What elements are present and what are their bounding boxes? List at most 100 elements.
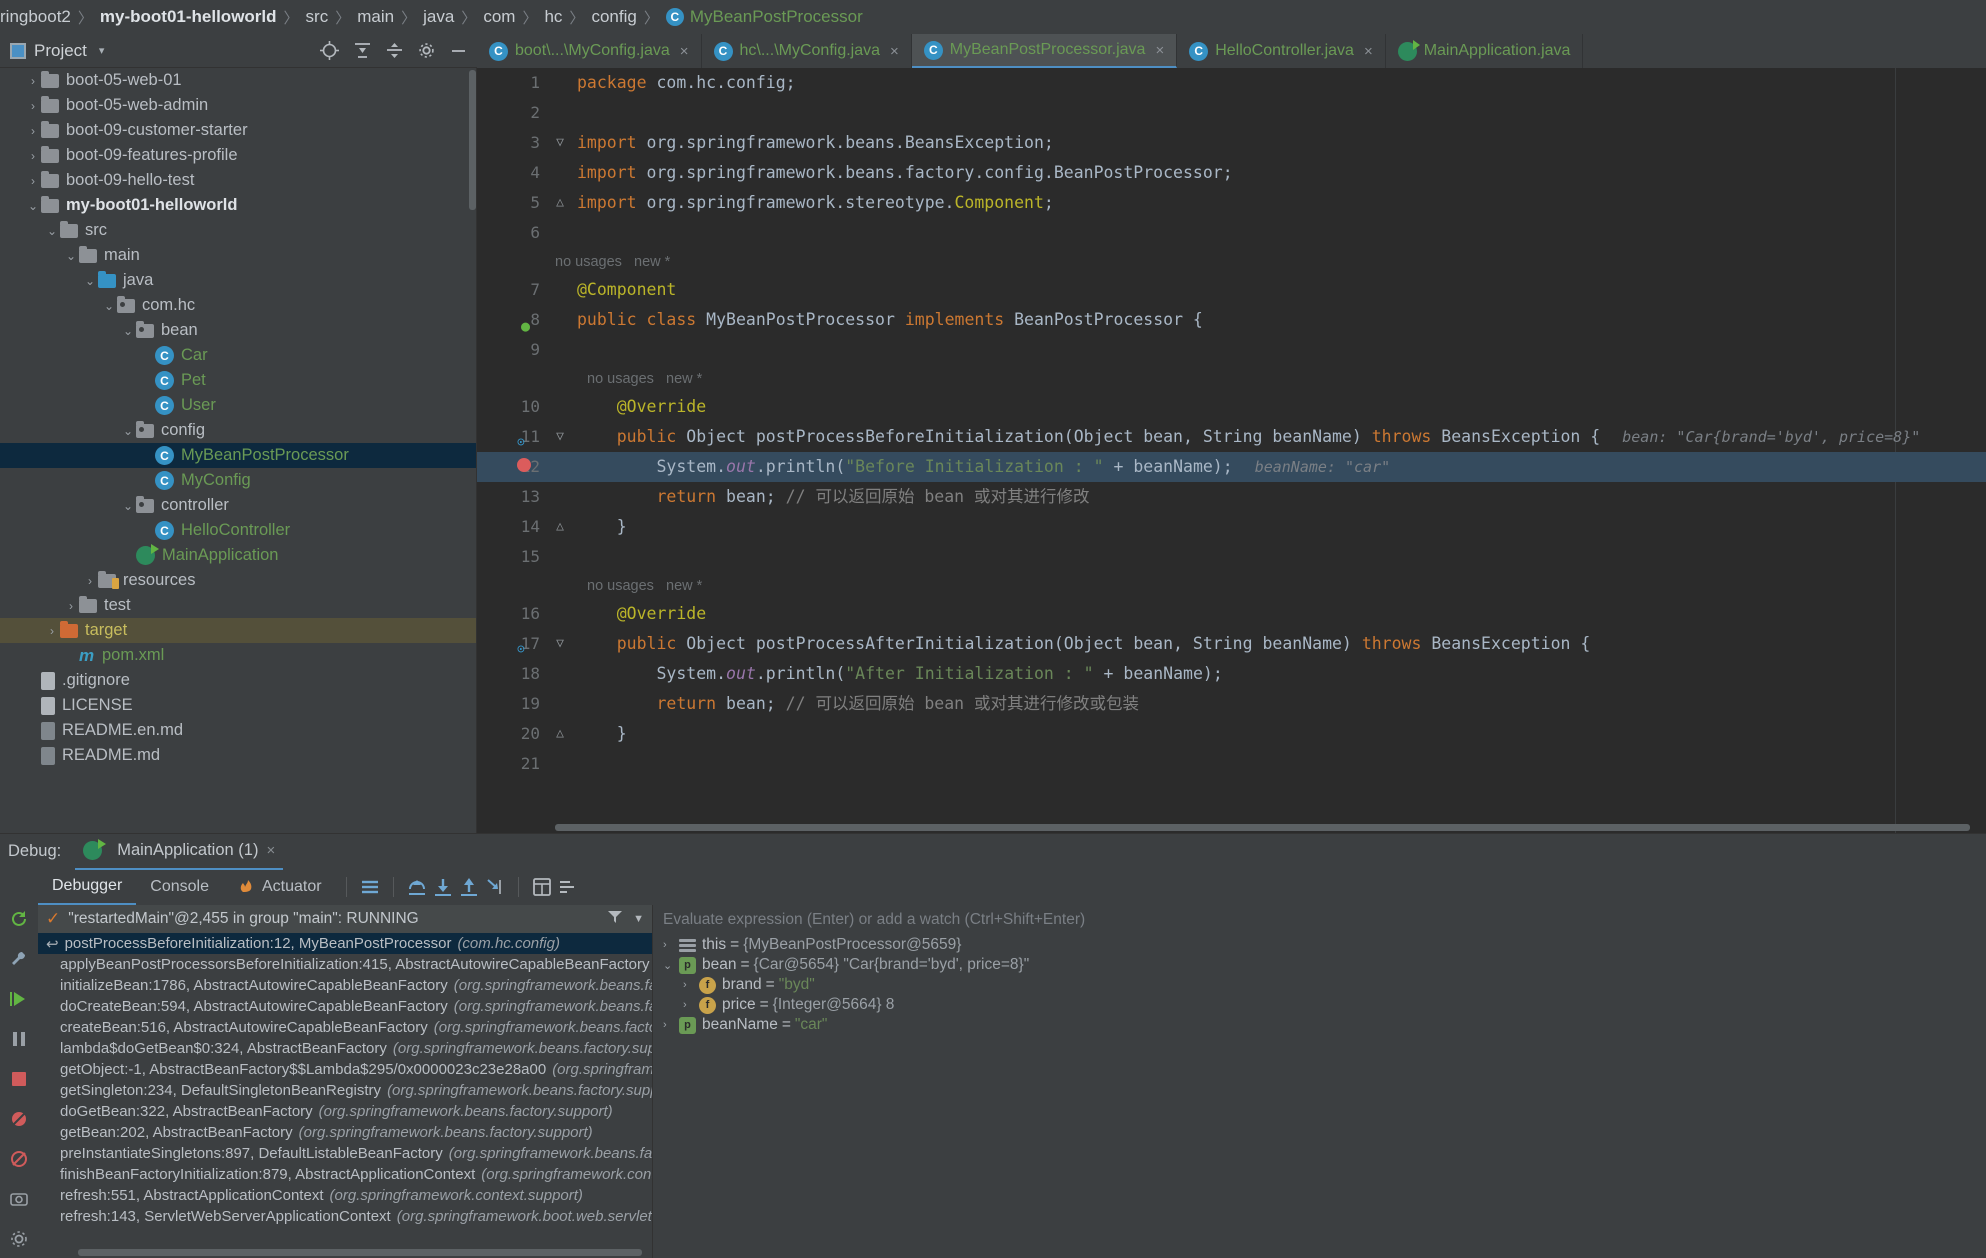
chevron-down-icon[interactable]: ⌄ [63, 249, 79, 263]
chevron-right-icon[interactable]: › [683, 999, 699, 1011]
editor-tab[interactable]: C HelloController.java × [1177, 34, 1386, 68]
code-editor[interactable]: 1 package com.hc.config; 2 3 ▽ import org.spr… [477, 68, 1986, 833]
breadcrumb-item[interactable]: com [483, 7, 515, 27]
tree-node[interactable]: ⌄ config [0, 418, 476, 443]
debug-tab-debugger[interactable]: Debugger [38, 869, 137, 905]
editor-tab[interactable]: Cboot\...\MyConfig.java × [477, 34, 702, 68]
step-over-icon[interactable] [404, 874, 430, 900]
code-fold-marker[interactable]: ▽ [549, 422, 571, 452]
line-number[interactable]: 9 [477, 335, 549, 365]
tree-node[interactable]: › test [0, 593, 476, 618]
tree-node[interactable]: › boot-05-web-admin [0, 93, 476, 118]
breadcrumb-item[interactable]: hc [544, 7, 562, 27]
tree-node[interactable]: ·C MyConfig [0, 468, 476, 493]
line-number[interactable]: 14 [477, 512, 549, 542]
line-number[interactable]: 3 [477, 128, 549, 158]
locate-icon[interactable] [320, 41, 339, 60]
expand-all-icon[interactable] [354, 42, 371, 59]
gear-icon[interactable] [418, 42, 435, 59]
settings-wrench-icon[interactable] [8, 949, 30, 969]
variable-row[interactable]: › f brand = "byd" [653, 975, 1986, 995]
chevron-right-icon[interactable]: › [25, 74, 41, 88]
chevron-right-icon[interactable]: › [663, 939, 679, 951]
line-number[interactable]: 15 [477, 542, 549, 572]
chevron-right-icon[interactable]: › [25, 149, 41, 163]
mute-breakpoints-icon[interactable] [8, 1109, 30, 1129]
close-icon[interactable]: × [680, 43, 689, 60]
code-fold-marker[interactable]: △ [549, 719, 571, 749]
tree-node[interactable]: ⌄ src [0, 218, 476, 243]
breakpoint-icon[interactable] [517, 458, 531, 472]
chevron-down-icon[interactable]: ▼ [633, 913, 644, 925]
tree-node[interactable]: ·C Car [0, 343, 476, 368]
tree-node[interactable]: · .gitignore [0, 668, 476, 693]
line-number[interactable]: 4 [477, 158, 549, 188]
camera-icon[interactable] [8, 1189, 30, 1209]
chevron-down-icon[interactable]: ⌄ [25, 199, 41, 213]
stack-frame[interactable]: getSingleton:234, DefaultSingletonBeanRe… [38, 1080, 652, 1101]
tree-node[interactable]: · MainApplication [0, 543, 476, 568]
rerun-icon[interactable] [8, 909, 30, 929]
close-icon[interactable]: × [1155, 42, 1164, 59]
stack-frame[interactable]: getObject:-1, AbstractBeanFactory$$Lambd… [38, 1059, 652, 1080]
tree-node[interactable]: ⌄ controller [0, 493, 476, 518]
chevron-down-icon[interactable]: ⌄ [82, 274, 98, 288]
debug-session-tab[interactable]: MainApplication (1) × [75, 834, 284, 870]
stack-frame[interactable]: preInstantiateSingletons:897, DefaultLis… [38, 1143, 652, 1164]
line-number[interactable]: 11 ⊙ [477, 422, 549, 452]
filter-icon[interactable] [607, 909, 623, 930]
tree-node[interactable]: › target [0, 618, 476, 643]
project-tree-scrollbar[interactable] [469, 70, 476, 210]
chevron-right-icon[interactable]: › [25, 124, 41, 138]
tree-node[interactable]: ·m pom.xml [0, 643, 476, 668]
breadcrumb-item[interactable]: ringboot2 [0, 7, 71, 27]
chevron-down-icon[interactable]: ⌄ [120, 324, 136, 338]
editor-tab[interactable]: MainApplication.java [1385, 34, 1584, 68]
tree-node[interactable]: › boot-09-features-profile [0, 143, 476, 168]
stack-frame[interactable]: initializeBean:1786, AbstractAutowireCap… [38, 975, 652, 996]
step-out-icon[interactable] [456, 874, 482, 900]
variable-row[interactable]: › this = {MyBeanPostProcessor@5659} [653, 935, 1986, 955]
variable-row[interactable]: ⌄ p bean = {Car@5654} "Car{brand='byd', pric… [653, 955, 1986, 975]
breadcrumb-item[interactable]: my-boot01-helloworld [100, 7, 277, 27]
line-number[interactable]: 2 [477, 98, 549, 128]
tree-node[interactable]: · README.en.md [0, 718, 476, 743]
code-fold-marker[interactable]: ▽ [549, 629, 571, 659]
stack-frame[interactable]: refresh:551, AbstractApplicationContext … [38, 1185, 652, 1206]
tree-node[interactable]: · LICENSE [0, 693, 476, 718]
chevron-right-icon[interactable]: › [25, 99, 41, 113]
chevron-right-icon[interactable]: › [82, 574, 98, 588]
chevron-right-icon[interactable]: › [44, 624, 60, 638]
tree-node[interactable]: ⌄ bean [0, 318, 476, 343]
step-into-icon[interactable] [430, 874, 456, 900]
line-number[interactable]: 17 ⊙ [477, 629, 549, 659]
chevron-right-icon[interactable]: › [663, 1019, 679, 1031]
breadcrumb-item[interactable]: src [306, 7, 329, 27]
settings-icon[interactable] [555, 874, 581, 900]
code-fold-marker[interactable]: △ [549, 512, 571, 542]
stack-frame[interactable]: applyBeanPostProcessorsBeforeInitializat… [38, 954, 652, 975]
tree-node[interactable]: ⌄ my-boot01-helloworld [0, 193, 476, 218]
line-number[interactable]: 13 [477, 482, 549, 512]
stack-frame[interactable]: lambda$doGetBean$0:324, AbstractBeanFact… [38, 1038, 652, 1059]
code-fold-marker[interactable]: ▽ [549, 128, 571, 158]
stack-frame[interactable]: ↩ postProcessBeforeInitialization:12, MyB… [38, 933, 652, 954]
chevron-right-icon[interactable]: › [683, 979, 699, 991]
tree-node[interactable]: › boot-09-customer-starter [0, 118, 476, 143]
stack-frame[interactable]: createBean:516, AbstractAutowireCapableB… [38, 1017, 652, 1038]
stack-frame[interactable]: doGetBean:322, AbstractBeanFactory (org.… [38, 1101, 652, 1122]
line-number[interactable]: 1 [477, 68, 549, 98]
chevron-down-icon[interactable]: ⌄ [44, 224, 60, 238]
code-fold-marker[interactable]: △ [549, 188, 571, 218]
chevron-right-icon[interactable]: › [63, 599, 79, 613]
tree-node[interactable]: ⌄ java [0, 268, 476, 293]
chevron-down-icon[interactable]: ⌄ [101, 299, 117, 313]
evaluate-icon[interactable] [529, 874, 555, 900]
breadcrumb-item[interactable]: java [423, 7, 454, 27]
tree-node[interactable]: ·C MyBeanPostProcessor [0, 443, 476, 468]
breadcrumb-item[interactable]: config [591, 7, 636, 27]
tree-node[interactable]: ⌄ com.hc [0, 293, 476, 318]
breadcrumb-item[interactable]: C MyBeanPostProcessor [665, 7, 863, 27]
code-vision-hint[interactable]: no usages new * [477, 572, 1986, 599]
layout-icon[interactable] [357, 874, 383, 900]
